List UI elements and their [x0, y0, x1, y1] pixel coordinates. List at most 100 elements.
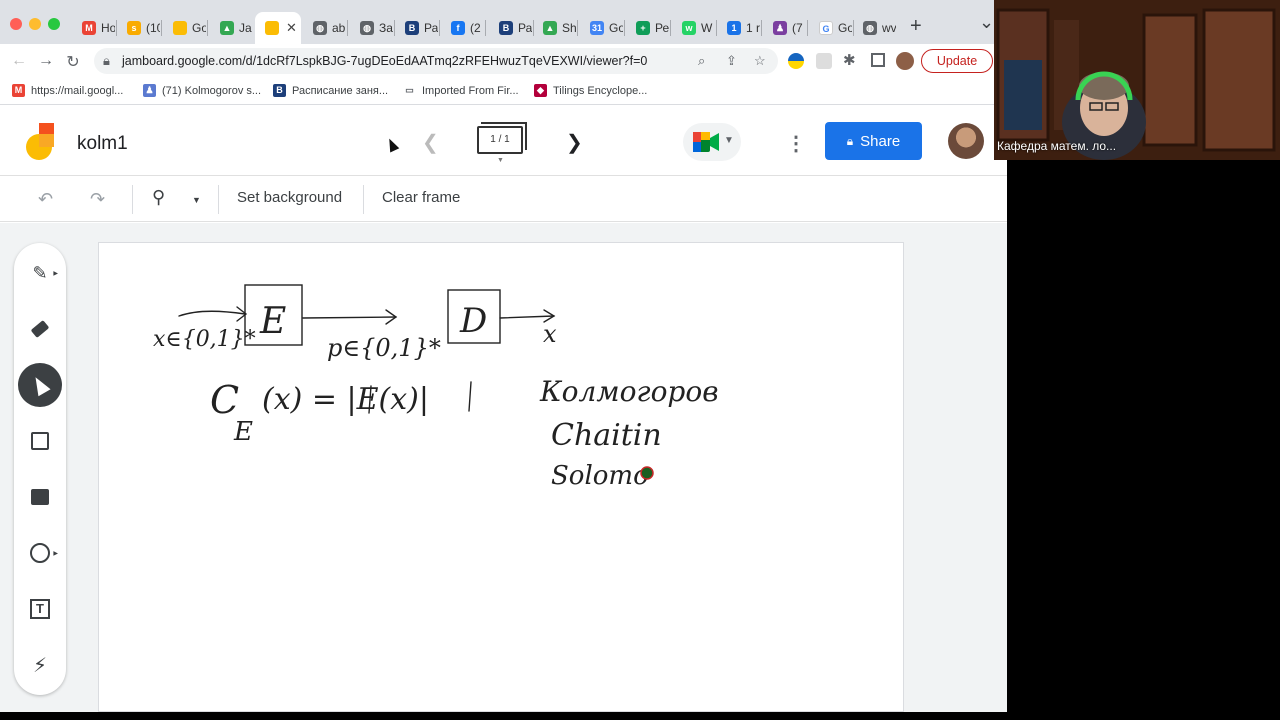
browser-tab[interactable]: s (10	[117, 12, 161, 44]
bookmark-item[interactable]: ▭ Imported From Fir...	[403, 84, 519, 97]
tab-search-button[interactable]: ⌄	[979, 12, 994, 33]
tab-separator	[807, 20, 808, 36]
set-background-button[interactable]: Set background	[237, 189, 342, 206]
zoom-icon[interactable]: ⚲	[152, 187, 165, 208]
tab-separator	[347, 20, 348, 36]
browser-tab[interactable]: B Ра	[395, 12, 439, 44]
add-image-tool[interactable]	[18, 475, 62, 519]
lock-icon: 🔒︎	[103, 53, 110, 68]
tab-title: wv	[882, 21, 896, 35]
decoder-label-text: D	[459, 301, 487, 341]
tab-separator	[439, 20, 440, 36]
tab-favicon-icon: M	[82, 21, 96, 35]
tab-separator	[485, 20, 486, 36]
browser-tab[interactable]: ▲ Ja	[210, 12, 254, 44]
sticky-note-tool[interactable]	[18, 419, 62, 463]
ukraine-extension-icon[interactable]	[788, 53, 804, 69]
forward-button[interactable]: →	[37, 52, 55, 70]
frame-counter-label: 1 / 1	[490, 134, 510, 145]
share-button[interactable]: 🔒︎ Share	[825, 122, 922, 160]
tab-separator	[670, 20, 671, 36]
browser-tab[interactable]: M Ho	[72, 12, 116, 44]
bookmark-item[interactable]: B Расписание заня...	[273, 84, 388, 97]
browser-tab[interactable]: ▲ Sh	[533, 12, 577, 44]
text-box-tool[interactable]: T	[18, 587, 62, 631]
tool-sidebar: ✎ ▶ ▶ T ⚡︎	[14, 243, 66, 695]
side-panel-icon[interactable]	[871, 53, 885, 67]
name-kolmogorov-text: Колмогоров	[539, 375, 719, 408]
submenu-arrow-icon: ▶	[53, 551, 58, 557]
formula-rhs-text: (x) = |E(x)|	[262, 382, 429, 417]
browser-tab[interactable]: wW	[672, 12, 716, 44]
address-bar[interactable]: 🔒︎ jamboard.google.com/d/1dcRf7LspkBJG-7…	[94, 48, 778, 74]
tab-title: 1 r	[746, 21, 760, 35]
zoom-dropdown-icon[interactable]: ▼	[192, 195, 201, 205]
tab-favicon-icon: +	[636, 21, 650, 35]
bookmark-item[interactable]: ◆ Tilings Encyclope...	[534, 84, 647, 97]
bookmark-item[interactable]: Mhttps://mail.googl...	[12, 84, 123, 97]
browser-tab[interactable]: Go	[163, 12, 207, 44]
browser-tab[interactable]: G Go	[809, 12, 853, 44]
tab-title: Go	[838, 21, 852, 35]
tab-title: (2	[470, 21, 481, 35]
zoom-icon[interactable]: ⌕	[698, 53, 705, 69]
next-frame-button[interactable]: ❯	[566, 130, 583, 155]
pen-icon: ✎	[32, 262, 48, 283]
select-tool[interactable]	[18, 363, 62, 407]
document-title[interactable]: kolm1	[77, 133, 128, 155]
pen-tool[interactable]: ✎ ▶	[18, 251, 62, 295]
circle-tool[interactable]: ▶	[18, 531, 62, 575]
output-label-text: x	[543, 320, 557, 348]
more-options-button[interactable]: ⋮	[786, 131, 806, 156]
browser-tab[interactable]: ◍ wv	[853, 12, 897, 44]
lock-icon: 🔒︎	[846, 133, 854, 148]
undo-button[interactable]: ↶	[38, 189, 53, 210]
update-button[interactable]: Update	[921, 49, 993, 73]
laser-tool[interactable]: ⚡︎	[18, 643, 62, 687]
name-solomonoff-text: Solomo	[551, 461, 649, 491]
close-window-button[interactable]	[10, 18, 22, 30]
tab-title: Ja	[239, 21, 252, 35]
bookmark-star-icon[interactable]: ☆	[754, 53, 766, 69]
reload-button[interactable]: ↻	[64, 52, 82, 72]
name-chaitin-text: Chaitin	[551, 418, 662, 453]
bookmark-icon: ◆	[534, 84, 547, 97]
eraser-tool[interactable]	[18, 307, 62, 351]
back-button[interactable]: ←	[10, 52, 28, 70]
close-tab-icon[interactable]: ✕	[286, 20, 297, 36]
maximize-window-button[interactable]	[48, 18, 60, 30]
profile-avatar-icon[interactable]	[896, 52, 914, 70]
code-label-text: p∈{0,1}*	[327, 334, 441, 362]
new-tab-button[interactable]: +	[910, 15, 922, 38]
meet-dropdown-icon[interactable]: ▼	[724, 135, 734, 146]
formula-c-text: C	[210, 378, 239, 422]
browser-tab[interactable]: 31 Go	[580, 12, 624, 44]
tab-jamboard-active[interactable]: ✕	[255, 12, 301, 44]
browser-tab[interactable]: B Ра	[489, 12, 533, 44]
extension-icon[interactable]	[816, 53, 832, 69]
browser-tab[interactable]: + Ре	[626, 12, 670, 44]
bookmark-label: https://mail.googl...	[31, 84, 124, 97]
puzzle-icon[interactable]: ✱	[843, 51, 856, 69]
previous-frame-button[interactable]: ❮	[422, 130, 439, 155]
share-page-icon[interactable]: ⇪	[726, 53, 737, 69]
tab-title: Go	[609, 21, 623, 35]
browser-tab[interactable]: f (2	[441, 12, 485, 44]
jam-canvas[interactable]: x∈{0,1}* E p∈{0,1}* D x C E (x) = |E(x)|…	[98, 242, 904, 712]
navigation-bar: ← → ↻ 🔒︎ jamboard.google.com/d/1dcRf7Lsp…	[0, 44, 1007, 77]
encoder-label-text: E	[259, 301, 286, 342]
tab-favicon-icon: G	[819, 21, 833, 35]
tab-favicon-icon: B	[499, 21, 513, 35]
browser-tab[interactable]: 1 1 r	[717, 12, 761, 44]
redo-button[interactable]: ↷	[90, 189, 105, 210]
minimize-window-button[interactable]	[29, 18, 41, 30]
bookmark-icon: B	[273, 84, 286, 97]
bookmark-item[interactable]: ♟ (71) Kolmogorov s...	[143, 84, 261, 97]
text-box-icon: T	[30, 599, 50, 619]
browser-tab[interactable]: ◍ ab	[303, 12, 347, 44]
account-avatar[interactable]	[948, 123, 984, 159]
clear-frame-button[interactable]: Clear frame	[382, 189, 460, 206]
browser-tab[interactable]: ◍ За	[350, 12, 394, 44]
browser-tab[interactable]: ♟ (7	[763, 12, 807, 44]
frame-counter[interactable]: 1 / 1	[477, 126, 523, 154]
